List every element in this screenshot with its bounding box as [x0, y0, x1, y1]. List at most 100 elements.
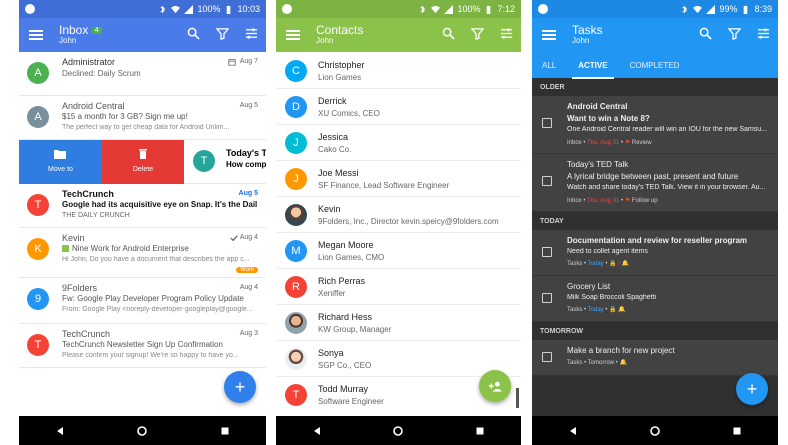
task-title: Make a branch for new project	[567, 346, 675, 355]
swipe-row[interactable]: Move to Delete T Today's T How comp	[19, 140, 266, 184]
search-icon[interactable]	[699, 27, 712, 40]
task-desc: Need to collet agent items	[567, 248, 648, 255]
compose-fab[interactable]: +	[224, 371, 256, 403]
trash-icon	[139, 149, 147, 159]
contact-row[interactable]: C Christopher Lion Games	[276, 53, 521, 89]
sort-icon[interactable]	[500, 27, 513, 40]
task-item[interactable]: Make a branch for new project Tasks • To…	[532, 340, 778, 376]
wifi-icon	[171, 5, 181, 13]
task-meta: Inbox • Thu, Aug 31 • ⚑ Follow up	[567, 198, 658, 204]
contact-name: Todd Murray	[318, 384, 369, 394]
contact-row[interactable]: J Joe Messi SF Finance, Lead Software En…	[276, 161, 521, 197]
list-item[interactable]: A Administrator Declined: Daily Scrum Au…	[19, 52, 266, 96]
subject: Google had its acquisitive eye on Snap. …	[62, 200, 257, 209]
home-icon[interactable]	[650, 425, 660, 436]
tab-active[interactable]: ACTIVE	[572, 61, 614, 79]
contact-row[interactable]: M Megan Moore Lion Games, CMO	[276, 233, 521, 269]
avatar: 9	[27, 288, 49, 310]
task-checkbox[interactable]	[542, 118, 552, 128]
task-checkbox[interactable]	[542, 293, 552, 303]
contact-name: Sonya	[318, 348, 344, 358]
inbox-phone: 100% 10:03 Inbox 4 John A Administrator …	[19, 0, 266, 445]
status-time: 10:03	[237, 4, 260, 14]
contact-row[interactable]: Kevin 9Folders, Inc., Director kevin.spe…	[276, 197, 521, 233]
avatar: T	[285, 384, 307, 406]
move-to-label: Move to	[48, 166, 73, 173]
list-item[interactable]: T TechCrunch Google had its acquisitive …	[19, 184, 266, 228]
task-item[interactable]: Documentation and review for reseller pr…	[532, 230, 778, 276]
contact-name: Richard Hess	[318, 312, 373, 322]
avatar: A	[27, 106, 49, 128]
task-item[interactable]: Android Central Want to win a Note 8? On…	[532, 96, 778, 154]
account-name: John	[59, 36, 77, 46]
folder-icon	[54, 150, 66, 159]
tab-all[interactable]: ALL	[542, 61, 556, 70]
menu-icon[interactable]	[286, 30, 300, 40]
contact-detail: SF Finance, Lead Software Engineer	[318, 181, 450, 190]
toolbar-actions	[442, 27, 513, 40]
list-item[interactable]: 9 9Folders Fw: Google Play Developer Pro…	[19, 278, 266, 324]
check-icon	[230, 235, 238, 242]
task-checkbox[interactable]	[542, 176, 552, 186]
menu-icon[interactable]	[29, 30, 43, 40]
avatar: K	[27, 238, 49, 260]
contact-detail: Lion Games, CMO	[318, 253, 385, 262]
contact-name: Joe Messi	[318, 168, 359, 178]
subject: Fw: Google Play Developer Program Policy…	[62, 294, 244, 303]
tasks-phone: 99% 8:39 Tasks John ALL ACTIVE COMPLETED…	[532, 0, 778, 445]
contact-row[interactable]: J Jessica Cako Co.	[276, 125, 521, 161]
search-icon[interactable]	[442, 27, 455, 40]
add-task-fab[interactable]: +	[736, 373, 768, 405]
scrollbar[interactable]	[516, 388, 519, 408]
add-contact-fab[interactable]	[479, 370, 511, 402]
contact-detail: XU Comics, CEO	[318, 109, 380, 118]
filter-icon[interactable]	[728, 27, 741, 40]
search-icon[interactable]	[187, 27, 200, 40]
move-to-button[interactable]: Move to	[19, 140, 102, 184]
task-checkbox[interactable]	[542, 352, 552, 362]
back-icon[interactable]	[55, 426, 65, 436]
task-desc: Milk Soap Broccoli Spaghetti	[567, 294, 657, 301]
filter-icon[interactable]	[216, 27, 229, 40]
task-tabs: ALL ACTIVE COMPLETED	[532, 52, 778, 79]
delete-button[interactable]: Delete	[102, 140, 184, 184]
sort-icon[interactable]	[245, 27, 258, 40]
back-icon[interactable]	[568, 426, 578, 436]
sender: Administrator	[62, 57, 116, 67]
task-checkbox[interactable]	[542, 247, 552, 257]
title-block: Inbox 4 John	[59, 23, 102, 46]
tab-completed[interactable]: COMPLETED	[630, 61, 680, 70]
recents-icon[interactable]	[732, 426, 742, 436]
date: Aug 4	[239, 234, 258, 241]
contact-name: Christopher	[318, 60, 365, 70]
back-icon[interactable]	[312, 426, 322, 436]
recents-icon[interactable]	[220, 426, 230, 436]
contact-row[interactable]: Richard Hess KW Group, Manager	[276, 305, 521, 341]
calendar-icon	[228, 59, 236, 66]
sort-icon[interactable]	[757, 27, 770, 40]
sender: TechCrunch	[62, 189, 114, 199]
preview: Hi John, Do you have a document that des…	[62, 256, 250, 263]
battery-icon	[227, 5, 231, 14]
home-icon[interactable]	[393, 425, 404, 436]
title-block: Tasks John	[572, 23, 603, 46]
recents-icon[interactable]	[475, 426, 485, 436]
battery-percent: 99%	[719, 4, 738, 14]
list-item[interactable]: A Android Central $15 a month for 3 GB? …	[19, 96, 266, 140]
list-item[interactable]: K Kevin Nine Work for Android Enterprise…	[19, 228, 266, 278]
contact-row[interactable]: D Derrick XU Comics, CEO	[276, 89, 521, 125]
contact-detail: 9Folders, Inc., Director kevin.speicy@9f…	[318, 217, 499, 226]
avatar: T	[193, 150, 215, 172]
contact-row[interactable]: R Rich Perras Xeniffer	[276, 269, 521, 305]
task-item[interactable]: Grocery List Milk Soap Broccoli Spaghett…	[532, 276, 778, 322]
filter-icon[interactable]	[471, 27, 484, 40]
battery-icon	[487, 5, 491, 14]
home-icon[interactable]	[137, 425, 148, 436]
task-item[interactable]: Today's TED Talk A lyrical bridge betwee…	[532, 154, 778, 212]
menu-icon[interactable]	[542, 30, 556, 40]
list-item[interactable]: T TechCrunch TechCrunch Newsletter Sign …	[19, 324, 266, 368]
avatar: J	[285, 132, 307, 154]
contact-row[interactable]: Sonya SGP Co., CEO	[276, 341, 521, 377]
signal-icon	[444, 4, 454, 14]
avatar: R	[285, 276, 307, 298]
